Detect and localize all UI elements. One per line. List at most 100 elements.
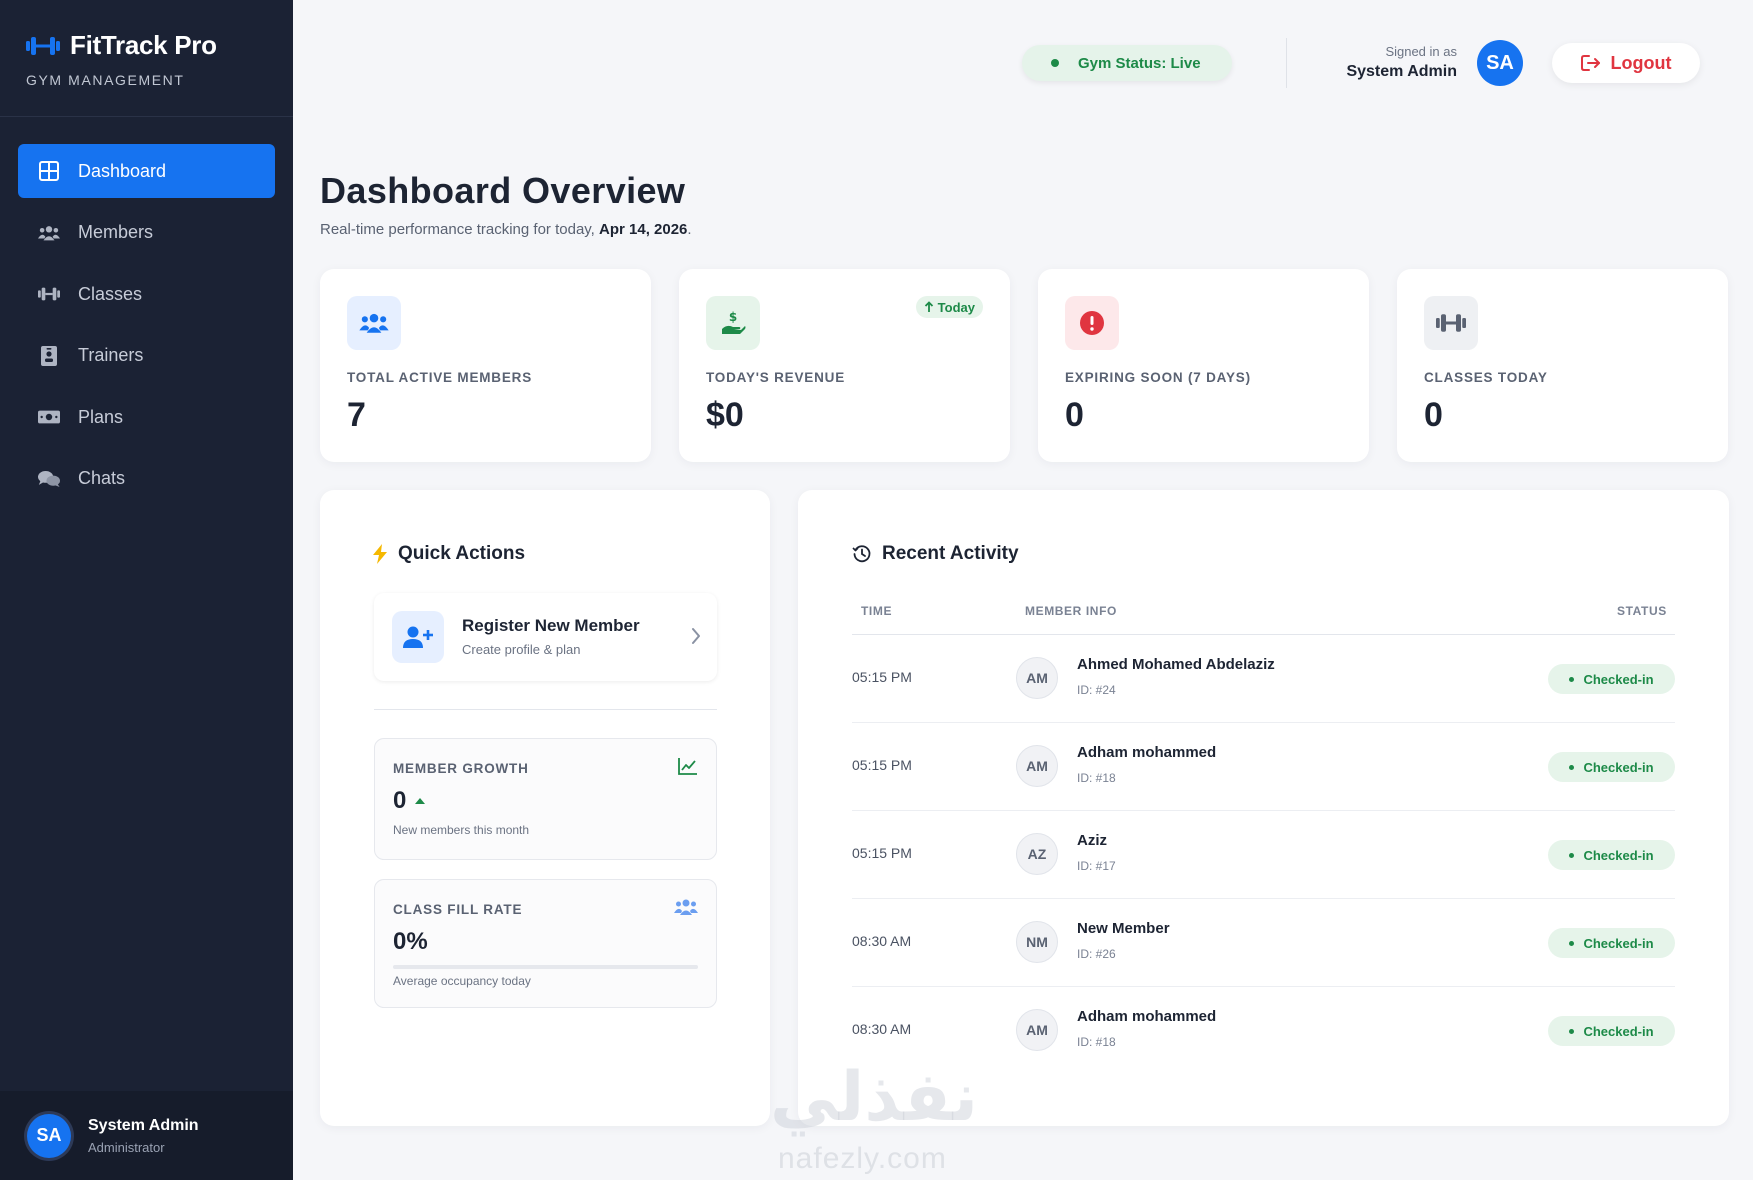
- quick-actions-title-text: Quick Actions: [398, 543, 526, 564]
- sidebar-item-label: Classes: [78, 283, 143, 304]
- page-date: Apr 14, 2026: [599, 221, 688, 238]
- member-name: Ahmed Mohamed Abdelaziz: [1077, 656, 1275, 673]
- register-member-subtitle: Create profile & plan: [462, 642, 581, 657]
- sidebar-item-classes[interactable]: Classes: [18, 267, 275, 321]
- class-fill-label: CLASS FILL RATE: [393, 902, 523, 917]
- sidebar-item-trainers[interactable]: Trainers: [18, 329, 275, 383]
- column-header-status: STATUS: [1617, 604, 1667, 618]
- member-growth-label: MEMBER GROWTH: [393, 761, 529, 776]
- money-bill-icon: [38, 406, 60, 428]
- stat-label: CLASSES TODAY: [1424, 370, 1548, 385]
- member-name: Adham mohammed: [1077, 1008, 1217, 1025]
- member-avatar: AM: [1016, 745, 1058, 787]
- sidebar-item-members[interactable]: Members: [18, 206, 275, 260]
- sidebar-item-label: Chats: [78, 468, 126, 488]
- activity-time: 05:15 PM: [852, 757, 912, 773]
- status-dot-icon: [1569, 1028, 1575, 1034]
- header-avatar[interactable]: SA: [1477, 40, 1523, 86]
- member-growth-number: 0: [393, 787, 407, 814]
- status-badge: Checked-in: [1548, 1016, 1675, 1046]
- status-text: Checked-in: [1583, 847, 1654, 863]
- gym-status-text: Gym Status: Live: [1078, 54, 1201, 72]
- logout-button[interactable]: Logout: [1552, 43, 1700, 83]
- member-name: Adham mohammed: [1077, 744, 1217, 761]
- gym-status-badge: Gym Status: Live: [1022, 45, 1232, 81]
- quick-actions-title: Quick Actions: [372, 543, 525, 565]
- stat-value: 0: [1424, 396, 1443, 434]
- status-badge: Checked-in: [1548, 752, 1675, 782]
- sidebar-item-label: Plans: [78, 406, 124, 427]
- logout-label: Logout: [1610, 52, 1672, 73]
- stat-card-classes-today: CLASSES TODAY 0: [1397, 269, 1728, 462]
- sidebar: FitTrack Pro GYM MANAGEMENT Dashboard Me…: [0, 0, 293, 1180]
- member-growth-value: 0: [393, 787, 426, 815]
- member-avatar: NM: [1016, 921, 1058, 963]
- table-row[interactable]: 08:30 AM NM New Member ID: #26 Checked-i…: [852, 899, 1675, 987]
- brand-subtitle: GYM MANAGEMENT: [26, 72, 185, 88]
- status-dot-icon: [1569, 764, 1575, 770]
- stat-card-active-members: TOTAL ACTIVE MEMBERS 7: [320, 269, 651, 462]
- users-icon: [347, 296, 401, 350]
- sidebar-user[interactable]: SA System Admin Administrator: [0, 1091, 293, 1180]
- user-plus-icon: [392, 611, 444, 663]
- history-icon: [852, 545, 871, 563]
- users-icon: [674, 899, 698, 915]
- comments-icon: [38, 468, 60, 490]
- page-title: Dashboard Overview: [320, 170, 686, 211]
- id-badge-icon: [38, 345, 60, 367]
- member-id: ID: #17: [1077, 859, 1116, 873]
- stat-value: $0: [706, 396, 744, 434]
- member-id: ID: #18: [1077, 1035, 1116, 1049]
- register-member-title: Register New Member: [462, 616, 640, 635]
- register-member-button[interactable]: Register New Member Create profile & pla…: [374, 593, 717, 681]
- table-row[interactable]: 05:15 PM AM Ahmed Mohamed Abdelaziz ID: …: [852, 635, 1675, 723]
- member-id: ID: #26: [1077, 947, 1116, 961]
- status-badge: Checked-in: [1548, 840, 1675, 870]
- sidebar-item-chats[interactable]: Chats: [18, 452, 275, 506]
- users-icon: [38, 222, 60, 244]
- recent-activity-title: Recent Activity: [852, 543, 1019, 565]
- class-fill-rate-card: CLASS FILL RATE 0% Average occupancy tod…: [374, 879, 717, 1008]
- sidebar-user-name: System Admin: [88, 1116, 199, 1134]
- member-name: New Member: [1077, 920, 1170, 937]
- watermark-arabic: نفذلي: [770, 1058, 979, 1137]
- member-growth-subtitle: New members this month: [393, 823, 530, 837]
- class-fill-progress: [393, 965, 698, 969]
- signed-in-info: Signed in as System Admin: [1346, 44, 1457, 81]
- money-hand-icon: $: [706, 296, 760, 350]
- column-header-time: TIME: [861, 604, 893, 618]
- brand-title: FitTrack Pro: [70, 30, 217, 60]
- column-header-member-info: MEMBER INFO: [1025, 604, 1117, 618]
- sidebar-item-dashboard[interactable]: Dashboard: [18, 144, 275, 198]
- today-badge: Today: [915, 296, 983, 318]
- avatar: SA: [27, 1113, 71, 1158]
- table-row[interactable]: 05:15 PM AM Adham mohammed ID: #18 Check…: [852, 723, 1675, 811]
- member-id: ID: #18: [1077, 771, 1116, 785]
- signed-in-name: System Admin: [1346, 63, 1457, 80]
- sidebar-nav: Dashboard Members Classes Trainers Plans: [18, 144, 275, 513]
- sidebar-user-role: Administrator: [88, 1139, 165, 1155]
- activity-time: 08:30 AM: [852, 933, 912, 949]
- status-dot-icon: [1569, 852, 1575, 858]
- logout-icon: [1580, 55, 1600, 71]
- status-text: Checked-in: [1583, 671, 1654, 687]
- dumbbell-logo-icon: [26, 36, 60, 55]
- sidebar-item-plans[interactable]: Plans: [18, 390, 275, 444]
- class-fill-value: 0%: [393, 928, 428, 955]
- dumbbell-icon: [38, 283, 60, 305]
- member-avatar: AM: [1016, 657, 1058, 699]
- status-text: Checked-in: [1583, 759, 1654, 775]
- lightning-icon: [373, 544, 387, 564]
- stat-value: 7: [347, 396, 366, 434]
- recent-activity-title-text: Recent Activity: [882, 543, 1019, 564]
- member-avatar: AM: [1016, 1009, 1058, 1051]
- alert-icon: [1065, 296, 1119, 350]
- member-growth-card: MEMBER GROWTH 0 New members this month: [374, 738, 717, 860]
- divider: [374, 709, 717, 710]
- activity-time: 05:15 PM: [852, 845, 912, 861]
- today-badge-label: Today: [937, 299, 975, 315]
- sidebar-item-label: Members: [78, 222, 154, 242]
- member-avatar: AZ: [1016, 833, 1058, 875]
- status-text: Checked-in: [1583, 935, 1654, 951]
- table-row[interactable]: 05:15 PM AZ Aziz ID: #17 Checked-in: [852, 811, 1675, 899]
